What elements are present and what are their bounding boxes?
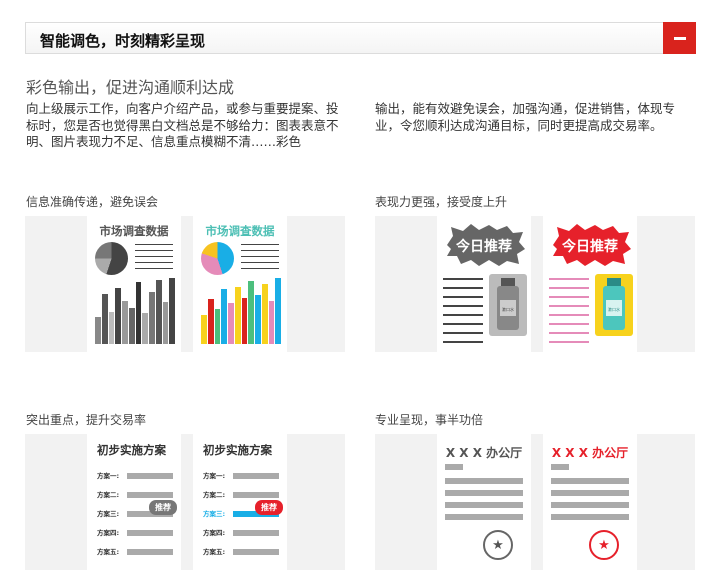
bottle-icon: 漱口水 xyxy=(497,278,519,330)
section-title: 智能调色，时刻精彩呈现 xyxy=(40,32,206,50)
pie-icon xyxy=(95,242,128,275)
plan-row: 方案一: xyxy=(203,472,283,480)
recommend-badge-label: 今日推荐 xyxy=(456,239,512,255)
card-title: 市场调查数据 xyxy=(99,224,169,238)
feature-caption: 信息准确传递，避免误会 xyxy=(26,195,159,209)
feature-panel-recommend: 今日推荐 漱口水 今日推荐 漱口水 xyxy=(375,216,695,352)
plan-row: 方案一: xyxy=(97,472,177,480)
mono-plan-card: 初步实施方案 方案一: 方案二: 方案三: 方案四: 方案五: 推荐 xyxy=(87,434,181,570)
feature-panel-data: 市场调查数据 市场调查数据 xyxy=(25,216,345,352)
collapse-button[interactable] xyxy=(663,22,696,54)
minus-icon xyxy=(673,36,686,40)
text-lines xyxy=(241,244,279,274)
bottle-label: 漱口水 xyxy=(502,306,514,312)
recommend-tag: 推荐 xyxy=(255,500,283,515)
recommend-badge-label: 今日推荐 xyxy=(562,239,618,255)
text-lines xyxy=(549,278,589,350)
recommend-tag: 推荐 xyxy=(149,500,177,515)
office-title: X X X 办公厅 xyxy=(551,446,629,460)
plan-row: 方案二: xyxy=(97,491,177,499)
color-office-card: X X X 办公厅 ★ xyxy=(543,434,637,570)
bar-graphic xyxy=(95,274,175,344)
color-chart-card: 市场调查数据 xyxy=(193,216,287,352)
office-title: X X X 办公厅 xyxy=(445,446,523,460)
feature-panel-office: X X X 办公厅 ★ X X X 办公厅 ★ xyxy=(375,434,695,570)
intro-paragraph-left: 向上级展示工作，向客户介绍产品，或参与重要提案、投标时，您是否也觉得黑白文档总是… xyxy=(26,101,339,149)
color-recommend-card: 今日推荐 漱口水 xyxy=(543,216,637,352)
feature-caption: 突出重点，提升交易率 xyxy=(26,413,147,427)
plan-row: 方案五: xyxy=(203,548,283,556)
feature-caption: 表现力更强，接受度上升 xyxy=(375,195,508,209)
feature-caption: 专业呈现，事半功倍 xyxy=(375,413,484,427)
mono-office-card: X X X 办公厅 ★ xyxy=(437,434,531,570)
color-plan-card: 初步实施方案 方案一: 方案二: 方案三: 方案四: 方案五: 推荐 xyxy=(193,434,287,570)
section-header: 智能调色，时刻精彩呈现 xyxy=(25,22,696,54)
mono-chart-card: 市场调查数据 xyxy=(87,216,181,352)
plan-title: 初步实施方案 xyxy=(97,443,166,457)
bottle-label: 漱口水 xyxy=(608,306,620,312)
intro-subtitle: 彩色输出，促进沟通顺利达成 xyxy=(26,78,235,97)
bar-graphic xyxy=(201,274,281,344)
plan-row: 方案四: xyxy=(203,529,283,537)
text-lines xyxy=(443,278,483,350)
mono-recommend-card: 今日推荐 漱口水 xyxy=(437,216,531,352)
pie-icon xyxy=(201,242,234,275)
plan-title: 初步实施方案 xyxy=(203,443,272,457)
plan-row: 方案五: xyxy=(97,548,177,556)
plan-row: 方案二: xyxy=(203,491,283,499)
star-seal-icon: ★ xyxy=(589,530,619,560)
text-lines xyxy=(135,244,173,274)
star-seal-icon: ★ xyxy=(483,530,513,560)
bottle-icon: 漱口水 xyxy=(603,278,625,330)
feature-panel-plan: 初步实施方案 方案一: 方案二: 方案三: 方案四: 方案五: 推荐 初步实施方… xyxy=(25,434,345,570)
plan-row: 方案四: xyxy=(97,529,177,537)
intro-paragraph-right: 输出，能有效避免误会，加强沟通，促进销售，体现专业，令您顺利达成沟通目标，同时更… xyxy=(375,101,676,133)
card-title: 市场调查数据 xyxy=(205,224,275,238)
